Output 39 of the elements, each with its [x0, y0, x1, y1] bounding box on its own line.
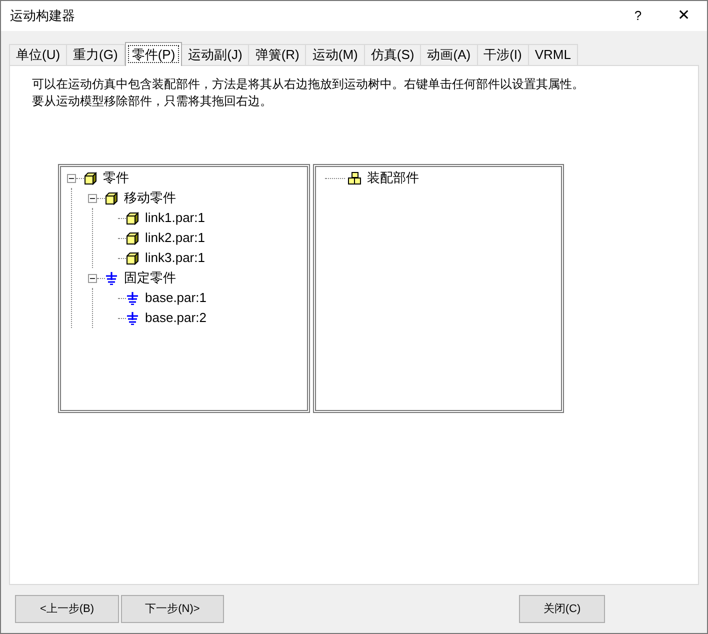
back-button[interactable]: <上一步(B)	[15, 595, 119, 623]
instruction-text: 可以在运动仿真中包含装配部件，方法是将其从右边拖放到运动树中。右键单击任何部件以设置其属性。	[32, 76, 585, 93]
tree-item[interactable]: link2.par:1	[145, 228, 205, 248]
instruction-text: 要从运动模型移除部件，只需将其拖回右边。	[32, 93, 273, 110]
tab[interactable]: 单位(U)	[9, 44, 68, 65]
tree-item[interactable]: link1.par:1	[145, 208, 205, 228]
ground-icon	[126, 292, 139, 304]
cube-icon	[126, 252, 139, 264]
tab[interactable]: 重力(G)	[66, 44, 125, 65]
cube-icon	[84, 172, 97, 184]
ground-icon	[126, 312, 139, 324]
tab[interactable]: 运动(M)	[305, 44, 365, 65]
tree-item[interactable]: 零件	[103, 168, 129, 188]
tree-item[interactable]: link3.par:1	[145, 248, 205, 268]
cube-icon	[126, 232, 139, 244]
collapse-toggle[interactable]	[67, 174, 76, 182]
collapse-toggle[interactable]	[88, 274, 97, 282]
tree-item[interactable]: base.par:1	[145, 288, 206, 308]
cube-icon	[105, 192, 118, 204]
tab[interactable]: 弹簧(R)	[248, 44, 306, 65]
blocks-icon	[348, 172, 361, 184]
tab[interactable]: 运动副(J)	[181, 44, 250, 65]
close-button[interactable]: ✕	[661, 1, 707, 31]
help-button[interactable]: ?	[615, 1, 661, 31]
collapse-toggle[interactable]	[88, 194, 97, 202]
next-button[interactable]: 下一步(N)>	[121, 595, 224, 623]
tab[interactable]: 仿真(S)	[364, 44, 422, 65]
tree-item[interactable]: 固定零件	[124, 268, 176, 288]
close-dialog-button[interactable]: 关闭(C)	[519, 595, 605, 623]
tab[interactable]: VRML	[528, 44, 578, 65]
tree-item[interactable]: base.par:2	[145, 308, 206, 328]
tree-item[interactable]: 移动零件	[124, 188, 176, 208]
cube-icon	[126, 212, 139, 224]
tree-item[interactable]: 装配部件	[367, 168, 419, 188]
tab[interactable]: 动画(A)	[420, 44, 478, 65]
window-title: 运动构建器	[10, 7, 75, 26]
tab[interactable]: 零件(P)	[124, 42, 182, 66]
ground-icon	[105, 272, 118, 284]
tab[interactable]: 干涉(I)	[476, 44, 529, 65]
